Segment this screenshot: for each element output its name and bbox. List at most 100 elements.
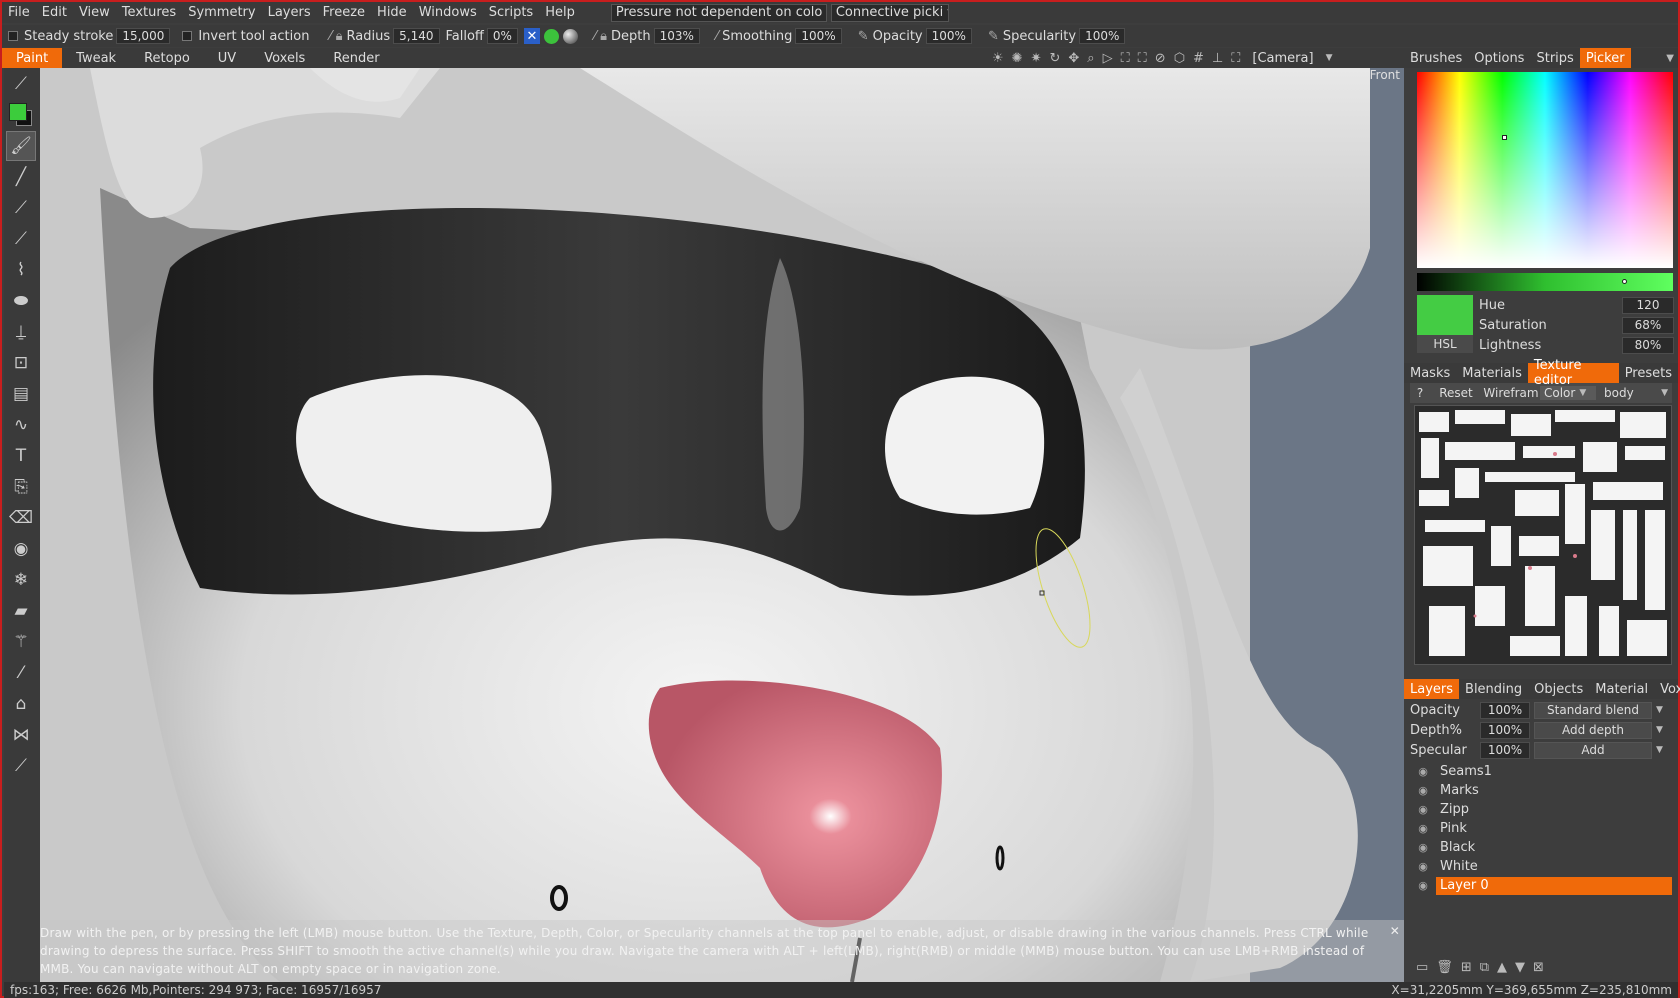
lightness-row[interactable]: Lightness 80% <box>1479 335 1678 355</box>
pencil-tool-icon[interactable]: ╱ <box>6 162 36 192</box>
tab-brushes[interactable]: Brushes <box>1404 48 1468 68</box>
pipette-tool-icon[interactable]: ⁄ <box>6 658 36 688</box>
merge-layer-icon[interactable]: ⊠ <box>1533 960 1544 975</box>
layer-item[interactable]: ◉ Seams1 <box>1410 762 1672 781</box>
lightness-slider[interactable] <box>1417 273 1673 291</box>
menu-layers[interactable]: Layers <box>262 5 317 20</box>
tab-blending[interactable]: Blending <box>1459 679 1528 699</box>
iron-tool-icon[interactable]: ⌂ <box>6 689 36 719</box>
menu-textures[interactable]: Textures <box>116 5 182 20</box>
light-icon[interactable]: ☀ <box>992 51 1004 66</box>
opacity-control[interactable]: ✎ Opacity 100% <box>858 28 972 44</box>
chevron-down-icon[interactable]: ▼ <box>1656 725 1663 735</box>
freeze-tool-icon[interactable]: ❄ <box>6 565 36 595</box>
tab-presets[interactable]: Presets <box>1619 363 1678 383</box>
menu-view[interactable]: View <box>73 5 116 20</box>
menu-edit[interactable]: Edit <box>36 5 73 20</box>
butterfly-tool-icon[interactable]: ⋈ <box>6 720 36 750</box>
saturation-value[interactable]: 68% <box>1622 316 1674 334</box>
eye-icon[interactable]: ◉ <box>1410 765 1436 778</box>
lock-icon[interactable]: 🔒︎ <box>600 29 607 44</box>
light-dim-icon[interactable]: ✺ <box>1012 51 1023 66</box>
tab-picker[interactable]: Picker <box>1579 48 1631 68</box>
radius-value[interactable]: 5,140 <box>393 28 440 44</box>
steady-stroke-value[interactable]: 15,000 <box>116 28 171 44</box>
color-swatch-tool[interactable] <box>6 100 36 130</box>
eye-icon[interactable]: ◉ <box>1410 860 1436 873</box>
move-down-icon[interactable]: ▼ <box>1515 960 1525 975</box>
play-icon[interactable]: ▷ <box>1103 51 1113 66</box>
panel-menu-icon[interactable]: ▼ <box>1666 53 1674 64</box>
blend-mode-dropdown[interactable]: Standard blend <box>1534 701 1652 719</box>
color-picker-cursor[interactable] <box>1502 135 1507 140</box>
frame-pen-icon[interactable]: ⛶ <box>1138 51 1147 66</box>
menu-hide[interactable]: Hide <box>371 5 413 20</box>
tab-voxtree[interactable]: VoxTree <box>1654 679 1680 699</box>
tab-materials[interactable]: Materials <box>1456 363 1528 383</box>
cube-icon[interactable]: ⬡ <box>1174 51 1185 66</box>
zoom-icon[interactable]: ⌕ <box>1087 51 1094 66</box>
pan-icon[interactable]: ✥ <box>1068 51 1079 66</box>
falloff-control[interactable]: Falloff 0% <box>446 28 518 44</box>
smudge-tool-icon[interactable]: ⌇ <box>6 255 36 285</box>
menu-file[interactable]: File <box>2 5 36 20</box>
channel-dropdown[interactable]: Color ▼ <box>1540 386 1596 400</box>
specularity-value[interactable]: 100% <box>1079 28 1126 44</box>
eye-icon[interactable]: ◉ <box>1410 822 1436 835</box>
menu-help[interactable]: Help <box>539 5 581 20</box>
layer-item[interactable]: ◉ Marks <box>1410 781 1672 800</box>
texture-uv-preview[interactable] <box>1414 405 1672 665</box>
layer-item[interactable]: ◉ Black <box>1410 838 1672 857</box>
texture-reset-button[interactable]: Reset <box>1430 386 1482 400</box>
smoothing-control[interactable]: ⁄ Smoothing 100% <box>716 28 842 44</box>
layer-depth-value[interactable]: 100% <box>1480 721 1530 739</box>
invert-tool-checkbox[interactable] <box>182 31 193 41</box>
color-channel-icon[interactable] <box>543 28 559 44</box>
layer-opacity-value[interactable]: 100% <box>1480 701 1530 719</box>
grid-icon[interactable]: # <box>1193 51 1204 66</box>
steady-stroke-control[interactable]: Steady stroke 15,000 <box>8 28 171 44</box>
add-layer-icon[interactable]: ⊞ <box>1461 960 1472 975</box>
layer-item[interactable]: ◉ Pink <box>1410 819 1672 838</box>
steady-stroke-checkbox[interactable] <box>8 31 18 41</box>
fill-tool-icon[interactable]: ⟋ <box>6 224 36 254</box>
room-render[interactable]: Render <box>319 48 393 68</box>
falloff-value[interactable]: 0% <box>486 28 518 44</box>
menu-scripts[interactable]: Scripts <box>483 5 539 20</box>
depth-value[interactable]: 103% <box>653 28 700 44</box>
tab-objects[interactable]: Objects <box>1528 679 1589 699</box>
radius-control[interactable]: ⁄ 🔒︎ Radius 5,140 <box>329 28 440 44</box>
chevron-down-icon[interactable]: ▼ <box>1656 745 1663 755</box>
frame-all-icon[interactable]: ⛶ <box>1121 51 1130 66</box>
specularity-control[interactable]: ✎ Specularity 100% <box>988 28 1126 44</box>
lock-icon[interactable]: 🔒︎ <box>336 29 343 44</box>
eye-icon[interactable]: ◉ <box>1410 841 1436 854</box>
lightness-value[interactable]: 80% <box>1622 336 1674 354</box>
close-icon[interactable]: ✕ <box>1390 922 1400 940</box>
specular-channel-icon[interactable] <box>562 28 578 44</box>
menu-windows[interactable]: Windows <box>413 5 483 20</box>
eye-icon[interactable]: ◉ <box>1410 879 1436 892</box>
menu-freeze[interactable]: Freeze <box>317 5 371 20</box>
layer-item[interactable]: ◉ Zipp <box>1410 800 1672 819</box>
layer-specular-value[interactable]: 100% <box>1480 741 1530 759</box>
object-dropdown[interactable]: body ▼ <box>1596 386 1672 400</box>
fullscreen-icon[interactable]: ⛶ <box>1231 51 1240 66</box>
tab-layers[interactable]: Layers <box>1404 679 1460 699</box>
magic-wand-icon[interactable]: ⚚ <box>6 627 36 657</box>
wireframe-button[interactable]: Wirefram <box>1482 386 1540 400</box>
pressure-dropdown[interactable]: Pressure not dependent on colo ▼ <box>610 3 827 22</box>
specular-mode-dropdown[interactable]: Add <box>1534 741 1652 759</box>
depth-mode-dropdown[interactable]: Add depth <box>1534 721 1652 739</box>
brush-tool-icon[interactable]: 🖌︎ <box>6 131 36 161</box>
connective-dropdown[interactable]: Connective picki ▼ <box>830 3 949 22</box>
move-up-icon[interactable]: ▲ <box>1497 960 1507 975</box>
texture-help-button[interactable]: ? <box>1410 386 1430 400</box>
new-folder-icon[interactable]: ▭ <box>1416 960 1428 975</box>
smoothing-value[interactable]: 100% <box>795 28 842 44</box>
depth-control[interactable]: ⁄ 🔒︎ Depth 103% <box>594 28 700 44</box>
copy-tool-icon[interactable]: ⎘ <box>6 472 36 502</box>
no-icon[interactable]: ⊘ <box>1155 51 1166 66</box>
duplicate-layer-icon[interactable]: ⧉ <box>1480 960 1489 975</box>
current-color-swatch[interactable] <box>1417 295 1473 335</box>
